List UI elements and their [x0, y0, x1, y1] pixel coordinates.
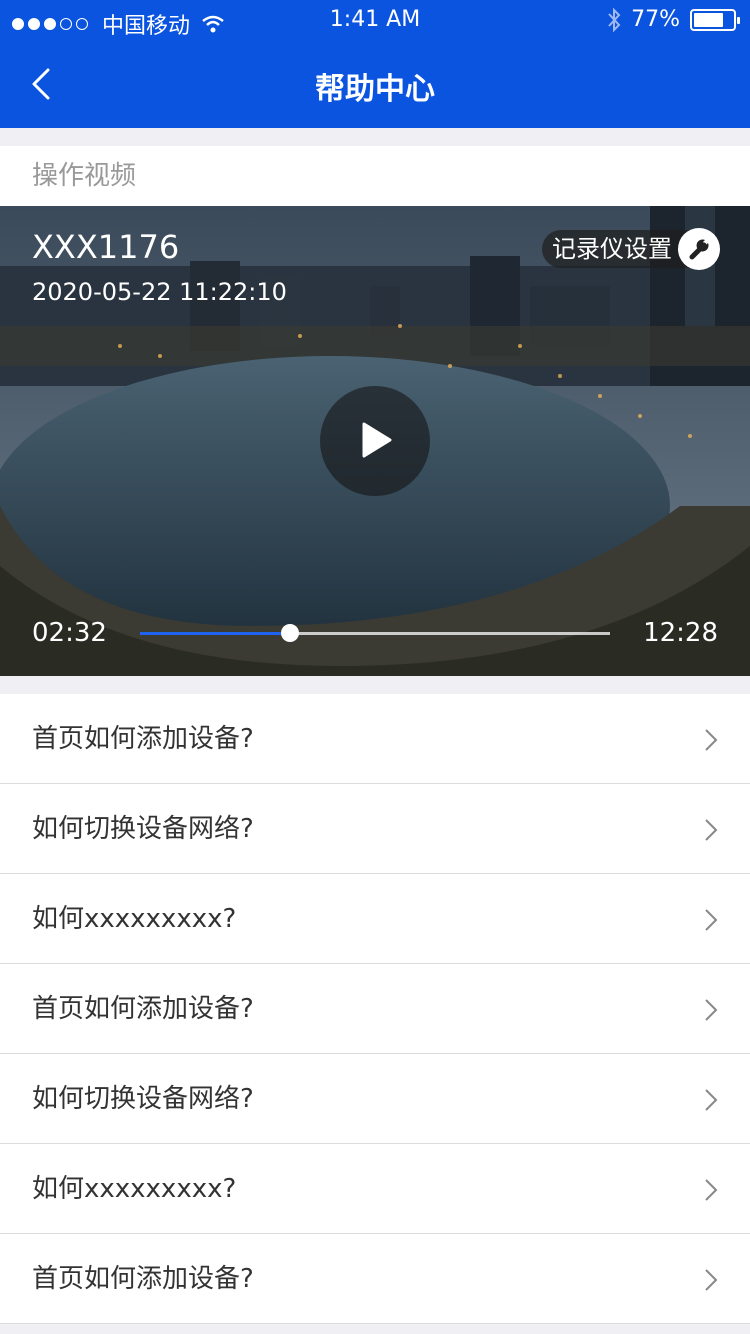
chevron-right-icon — [705, 1179, 718, 1201]
video-datetime: 2020-05-22 11:22:10 — [32, 278, 287, 306]
faq-item[interactable]: 如何切换设备网络? — [0, 1054, 750, 1144]
recorder-settings-button[interactable]: 记录仪设置 — [542, 228, 720, 270]
play-button[interactable] — [320, 386, 430, 496]
page-title: 帮助中心 — [315, 72, 435, 107]
total-time: 12:28 — [643, 618, 718, 648]
faq-item[interactable]: 如何切换设备网络? — [0, 784, 750, 874]
chevron-right-icon — [705, 819, 718, 841]
progress-slider[interactable] — [140, 624, 610, 642]
chevron-right-icon — [705, 729, 718, 751]
faq-label: 如何xxxxxxxxx? — [32, 1174, 237, 1204]
faq-label: 如何切换设备网络? — [32, 814, 254, 844]
faq-item[interactable]: 如何xxxxxxxxx? — [0, 1144, 750, 1234]
section-title: 操作视频 — [0, 146, 750, 206]
recorder-settings-label: 记录仪设置 — [552, 235, 672, 263]
device-name: XXX1176 — [32, 228, 180, 266]
faq-item[interactable]: 首页如何添加设备? — [0, 694, 750, 784]
chevron-right-icon — [705, 909, 718, 931]
faq-label: 首页如何添加设备? — [32, 724, 254, 754]
current-time: 02:32 — [32, 618, 107, 648]
battery-percent: 77% — [631, 7, 680, 32]
bluetooth-icon — [608, 7, 621, 32]
faq-item[interactable]: 如何xxxxxxxxx? — [0, 874, 750, 964]
faq-list: 首页如何添加设备? 如何切换设备网络? 如何xxxxxxxxx? 首页如何添加设… — [0, 694, 750, 1324]
status-bar: 中国移动 1:41 AM 77% — [0, 0, 750, 40]
video-player[interactable]: XXX1176 2020-05-22 11:22:10 记录仪设置 02:32 … — [0, 206, 750, 676]
faq-label: 首页如何添加设备? — [32, 1264, 254, 1294]
faq-item[interactable]: 首页如何添加设备? — [0, 964, 750, 1054]
chevron-right-icon — [705, 1089, 718, 1111]
chevron-right-icon — [705, 1269, 718, 1291]
faq-label: 如何切换设备网络? — [32, 1084, 254, 1114]
faq-label: 首页如何添加设备? — [32, 994, 254, 1024]
chevron-right-icon — [705, 999, 718, 1021]
battery-icon — [690, 8, 740, 31]
wrench-icon — [678, 228, 720, 270]
faq-label: 如何xxxxxxxxx? — [32, 904, 237, 934]
nav-bar: 帮助中心 — [0, 40, 750, 128]
play-icon — [362, 422, 392, 458]
faq-item[interactable]: 首页如何添加设备? — [0, 1234, 750, 1324]
